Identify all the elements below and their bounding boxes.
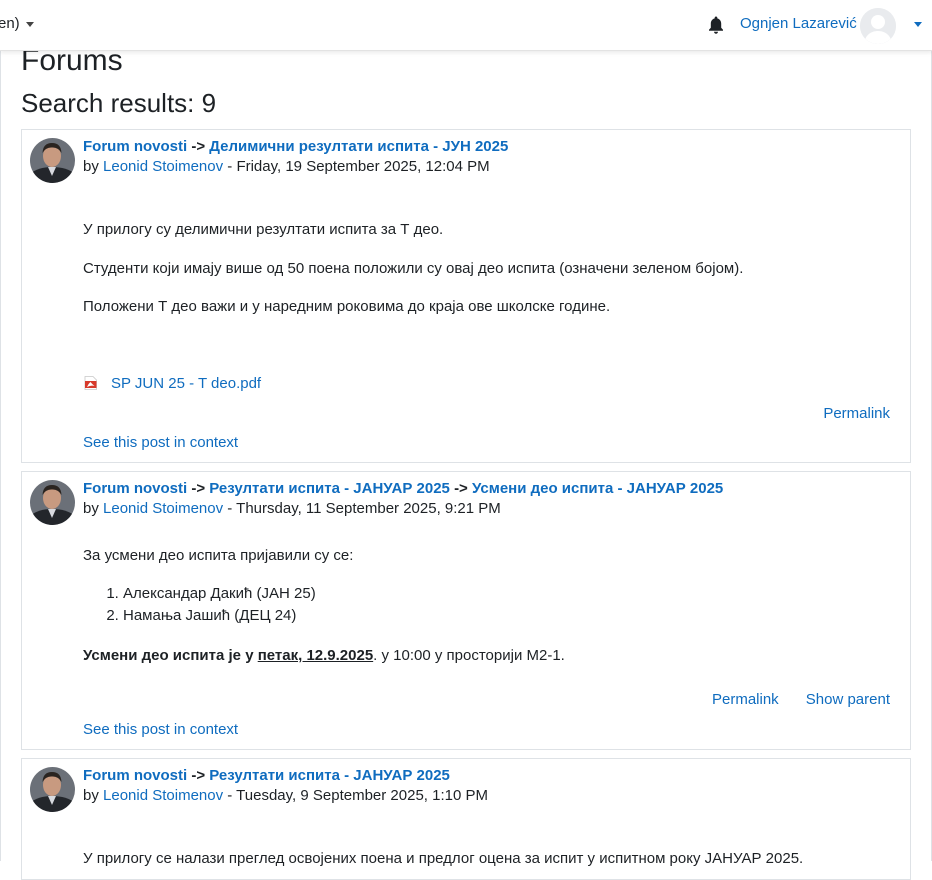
attachment-link[interactable]: SP JUN 25 - T deo.pdf (111, 375, 261, 392)
breadcrumb-arrow: -> (191, 138, 206, 155)
author-photo-icon (30, 480, 75, 525)
user-menu-name[interactable]: Ognjen Lazarević (740, 15, 857, 32)
by-label: by (83, 500, 99, 517)
author-photo-icon (30, 138, 75, 183)
post-paragraph: У прилогу су делимични резултати испита … (83, 221, 444, 238)
by-label: by (83, 787, 99, 804)
default-user-icon (860, 8, 896, 44)
user-menu-chevron-icon[interactable] (914, 22, 922, 27)
list-item: Александар Дакић (ЈАН 25) (123, 583, 316, 605)
author-link[interactable]: Leonid Stoimenov (103, 500, 223, 517)
forum-post: Forum novosti -> Резултати испита - ЈАНУ… (21, 758, 911, 880)
breadcrumb-arrow: -> (191, 767, 206, 784)
forum-link[interactable]: Forum novosti (83, 480, 187, 497)
forum-post: Forum novosti -> Резултати испита - ЈАНУ… (21, 471, 911, 750)
bell-icon[interactable] (707, 15, 725, 35)
chevron-down-icon (25, 21, 34, 27)
language-label: en) (0, 15, 20, 32)
discussion-link[interactable]: Резултати испита - ЈАНУАР 2025 (209, 767, 450, 784)
author-avatar[interactable] (30, 138, 75, 183)
post-subject: Forum novosti -> Резултати испита - ЈАНУ… (83, 480, 723, 497)
forum-link[interactable]: Forum novosti (83, 138, 187, 155)
post-byline: by Leonid Stoimenov - Thursday, 11 Septe… (83, 500, 501, 517)
permalink-link[interactable]: Permalink (712, 691, 779, 708)
post-subject: Forum novosti -> Делимични резултати исп… (83, 138, 508, 155)
list-item: Намања Јашић (ДЕЦ 24) (123, 605, 316, 627)
exam-date: петак, 12.9.2025 (257, 647, 374, 664)
bold-lead: Усмени део испита је у (83, 647, 258, 664)
post-subject: Forum novosti -> Резултати испита - ЈАНУ… (83, 767, 450, 784)
forum-link[interactable]: Forum novosti (83, 767, 187, 784)
post-date: - Tuesday, 9 September 2025, 1:10 PM (223, 787, 488, 804)
author-avatar[interactable] (30, 480, 75, 525)
permalink-link[interactable]: Permalink (823, 405, 890, 422)
see-in-context-link[interactable]: See this post in context (83, 434, 238, 451)
post-byline: by Leonid Stoimenov - Tuesday, 9 Septemb… (83, 787, 488, 804)
top-navbar: en) Ognjen Lazarević (0, 0, 932, 51)
discussion-link[interactable]: Резултати испита - ЈАНУАР 2025 (209, 480, 450, 497)
registered-students-list: Александар Дакић (ЈАН 25) Намања Јашић (… (83, 583, 316, 627)
forum-post: Forum novosti -> Делимични резултати исп… (21, 129, 911, 463)
post-byline: by Leonid Stoimenov - Friday, 19 Septemb… (83, 158, 490, 175)
search-results-heading: Search results: 9 (21, 88, 217, 118)
see-in-context-link[interactable]: See this post in context (83, 721, 238, 738)
breadcrumb-arrow: -> (454, 480, 468, 497)
breadcrumb-arrow: -> (191, 480, 206, 497)
post-date: - Thursday, 11 September 2025, 9:21 PM (223, 500, 501, 517)
author-avatar[interactable] (30, 767, 75, 812)
post-date: - Friday, 19 September 2025, 12:04 PM (223, 158, 490, 175)
author-link[interactable]: Leonid Stoimenov (103, 158, 223, 175)
post-paragraph: Студенти који имају више од 50 поена пол… (83, 260, 744, 277)
language-menu[interactable]: en) (0, 15, 34, 32)
post-link[interactable]: Усмени део испита - ЈАНУАР 2025 (472, 480, 723, 497)
exam-details: . у 10:00 у просторији М2-1. (373, 647, 565, 664)
author-link[interactable]: Leonid Stoimenov (103, 787, 223, 804)
show-parent-link[interactable]: Show parent (806, 691, 890, 708)
post-paragraph: У прилогу се налази преглед освојених по… (83, 850, 804, 867)
author-photo-icon (30, 767, 75, 812)
by-label: by (83, 158, 99, 175)
post-paragraph: За усмени део испита пријавили су се: (83, 547, 354, 564)
user-avatar[interactable] (860, 8, 896, 44)
post-paragraph: Усмени део испита је у петак, 12.9.2025.… (83, 647, 565, 664)
pdf-file-icon (84, 376, 97, 390)
discussion-link[interactable]: Делимични резултати испита - ЈУН 2025 (209, 138, 508, 155)
post-paragraph: Положени Т део важи и у наредним роковим… (83, 298, 611, 315)
